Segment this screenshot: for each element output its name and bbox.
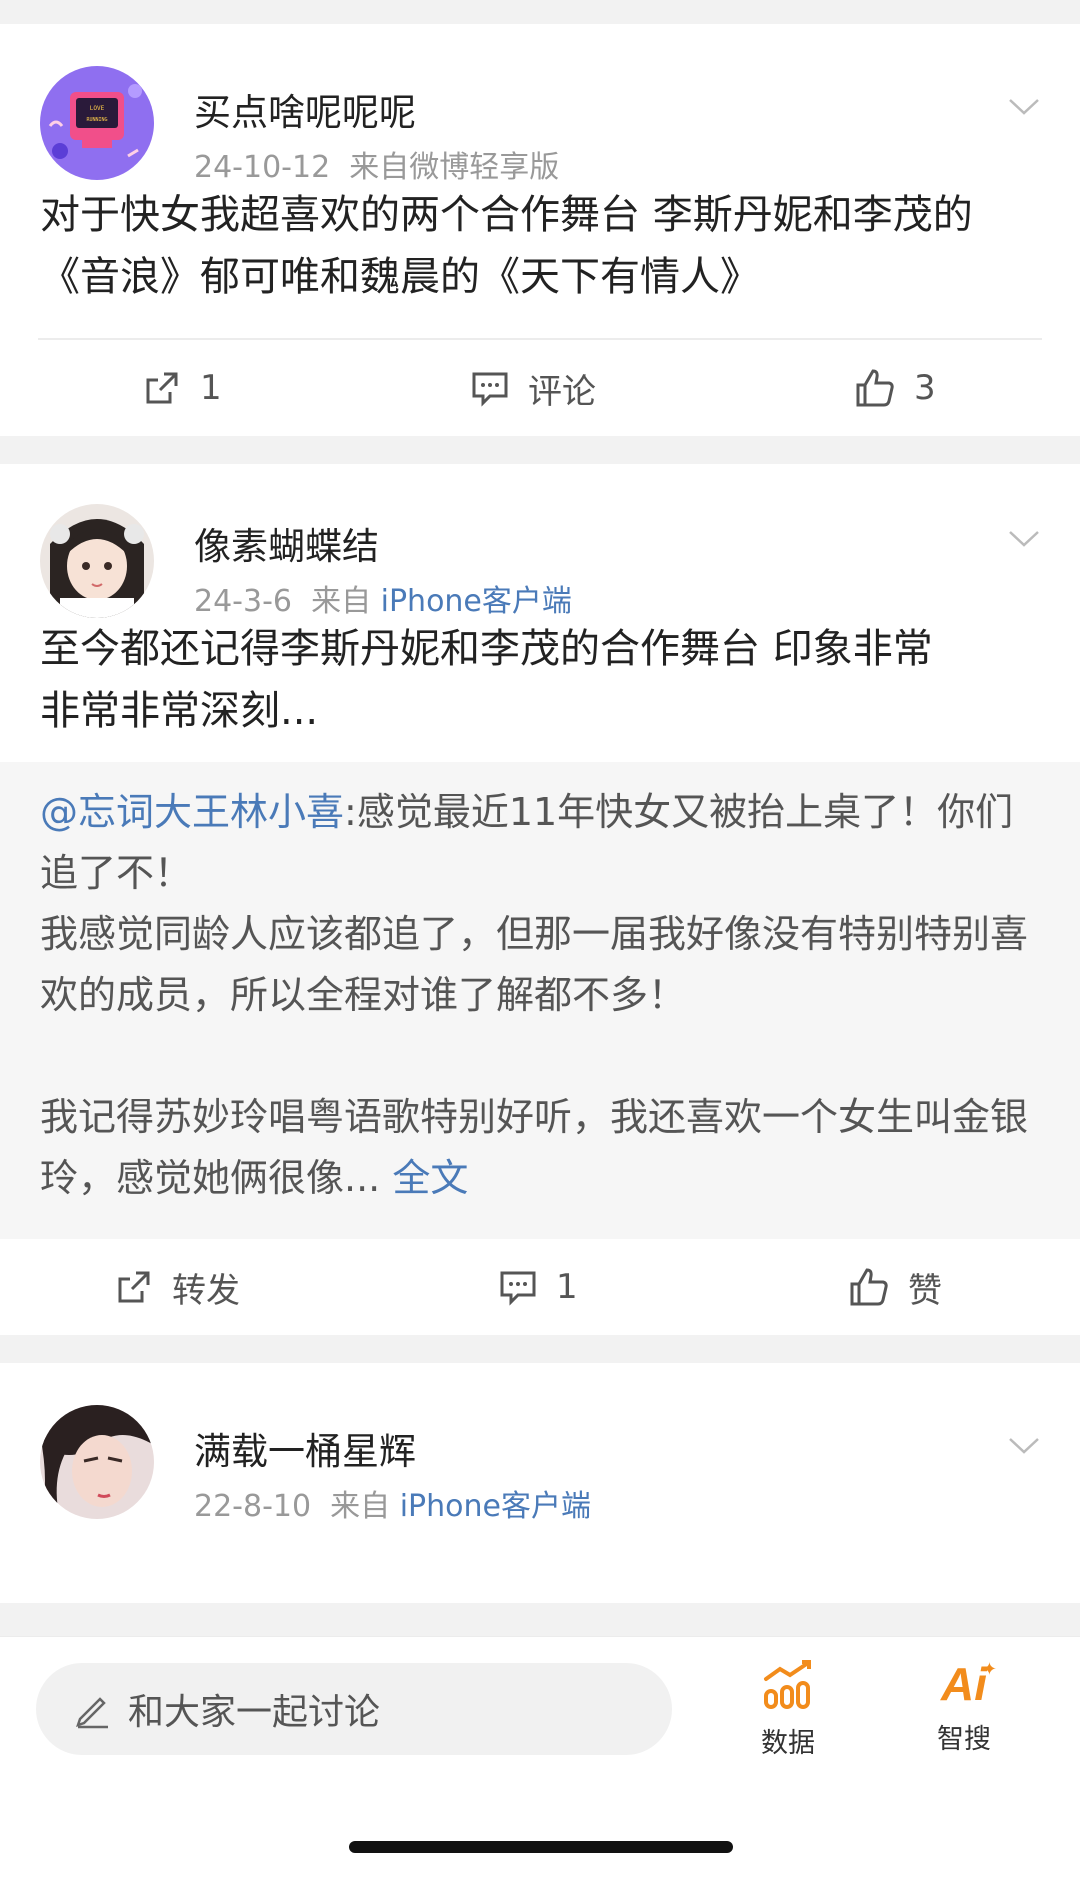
comment-button[interactable]: 1 (498, 1239, 578, 1335)
comment-input[interactable]: 和大家一起讨论 (36, 1663, 672, 1755)
card-gap (0, 436, 1080, 464)
repost-paragraph: 我感觉同龄人应该都追了，但那一届我好像没有特别特别喜欢的成员，所以全程对谁了解都… (40, 912, 1029, 1017)
chart-icon (764, 1660, 811, 1709)
post-card-3: 满载一桶星辉 22-8-10 来自 iPhone客户端 (0, 1363, 1080, 1603)
post-card-1: LOVE RUNNING 买点啥呢呢呢 24-10-12 来自微博轻享版 对于快… (0, 24, 1080, 436)
action-bar: 1 评论 3 (0, 340, 1080, 436)
avatar[interactable] (40, 504, 154, 618)
ai-search-label: 智搜 (937, 1724, 991, 1755)
thumbs-up-icon (856, 369, 894, 407)
post-source-link[interactable]: iPhone客户端 (400, 1489, 591, 1524)
ai-search-button[interactable]: Ai ✦ 智搜 (909, 1659, 1019, 1756)
svg-text:RUNNING: RUNNING (86, 117, 107, 123)
share-icon (146, 372, 178, 404)
action-bar: 转发 1 赞 (0, 1239, 1080, 1335)
repost-button[interactable]: 转发 (114, 1239, 240, 1335)
reposted-content[interactable]: @忘词大王林小喜:感觉最近11年快女又被抬上桌了！你们追了不！ 我感觉同龄人应该… (0, 762, 1080, 1239)
top-gap (0, 0, 1080, 24)
username[interactable]: 买点啥呢呢呢 (194, 82, 416, 136)
source-prefix: 来自 (311, 584, 372, 619)
post-header: 满载一桶星辉 22-8-10 来自 iPhone客户端 (0, 1363, 1080, 1524)
repost-paragraph: @忘词大王林小喜:感觉最近11年快女又被抬上桌了！你们追了不！ (40, 782, 1040, 904)
post-date: 24-3-6 (194, 584, 292, 619)
username[interactable]: 像素蝴蝶结 (194, 516, 379, 570)
full-text-link[interactable]: 全文 (392, 1156, 468, 1200)
data-button[interactable]: 数据 (733, 1659, 843, 1760)
ai-icon: Ai ✦ (941, 1658, 997, 1710)
card-gap (0, 1335, 1080, 1363)
username[interactable]: 满载一桶星辉 (194, 1421, 416, 1475)
like-label: 赞 (908, 1270, 942, 1311)
comment-button[interactable]: 评论 (470, 340, 596, 436)
chevron-down-icon[interactable] (1002, 522, 1046, 556)
post-text: 对于快女我超喜欢的两个合作舞台 李斯丹妮和李茂的《音浪》郁可唯和魏晨的《天下有情… (40, 192, 973, 300)
like-count: 3 (914, 368, 936, 408)
pencil-icon (76, 1697, 108, 1729)
thumbs-up-icon (850, 1268, 888, 1306)
post-header: LOVE RUNNING 买点啥呢呢呢 24-10-12 来自微博轻享版 (0, 24, 1080, 185)
post-source-link[interactable]: iPhone客户端 (381, 584, 572, 619)
comment-count: 1 (556, 1267, 578, 1307)
post-text-line: 至今都还记得李斯丹妮和李茂的合作舞台 印象非常 (40, 626, 933, 672)
post-date: 24-10-12 (194, 150, 331, 185)
source-prefix: 来自 (330, 1489, 391, 1524)
repost-paragraph: 我记得苏妙玲唱粤语歌特别好听，我还喜欢一个女生叫金银玲，感觉她俩很像... 全文 (40, 1087, 1040, 1209)
share-icon (118, 1271, 150, 1303)
mention-link[interactable]: @忘词大王林小喜 (40, 790, 344, 834)
comment-input-placeholder: 和大家一起讨论 (128, 1692, 381, 1733)
avatar[interactable]: LOVE RUNNING (40, 66, 154, 180)
post-text: 至今都还记得李斯丹妮和李茂的合作舞台 印象非常 非常非常深刻... (0, 618, 1080, 742)
chevron-down-icon[interactable] (1002, 1429, 1046, 1463)
post-header: 像素蝴蝶结 24-3-6 来自 iPhone客户端 (0, 464, 1080, 619)
comment-icon (472, 372, 508, 407)
source-prefix: 来自 (349, 150, 410, 185)
repost-text: 我记得苏妙玲唱粤语歌特别好听，我还喜欢一个女生叫金银玲，感觉她俩很像... (40, 1095, 1029, 1200)
post-meta: 22-8-10 来自 iPhone客户端 (194, 1481, 591, 1525)
comment-icon (500, 1271, 536, 1306)
chevron-down-icon[interactable] (1002, 90, 1046, 124)
repost-button[interactable]: 1 (142, 340, 222, 436)
post-source: 微博轻享版 (409, 150, 560, 185)
home-indicator[interactable] (349, 1841, 733, 1853)
data-label: 数据 (761, 1728, 815, 1759)
post-card-2: 像素蝴蝶结 24-3-6 来自 iPhone客户端 至今都还记得李斯丹妮和李茂的… (0, 464, 1080, 1335)
repost-label: 转发 (172, 1270, 240, 1311)
post-date: 22-8-10 (194, 1489, 312, 1524)
svg-text:LOVE: LOVE (90, 105, 105, 112)
avatar[interactable] (40, 1405, 154, 1519)
like-button[interactable]: 赞 (848, 1239, 942, 1335)
post-meta: 24-3-6 来自 iPhone客户端 (194, 576, 572, 620)
post-meta: 24-10-12 来自微博轻享版 (194, 142, 559, 186)
post-text-line: 非常非常深刻... (40, 688, 319, 734)
like-button[interactable]: 3 (854, 340, 936, 436)
repost-count: 1 (200, 368, 222, 408)
comment-label: 评论 (528, 371, 596, 412)
